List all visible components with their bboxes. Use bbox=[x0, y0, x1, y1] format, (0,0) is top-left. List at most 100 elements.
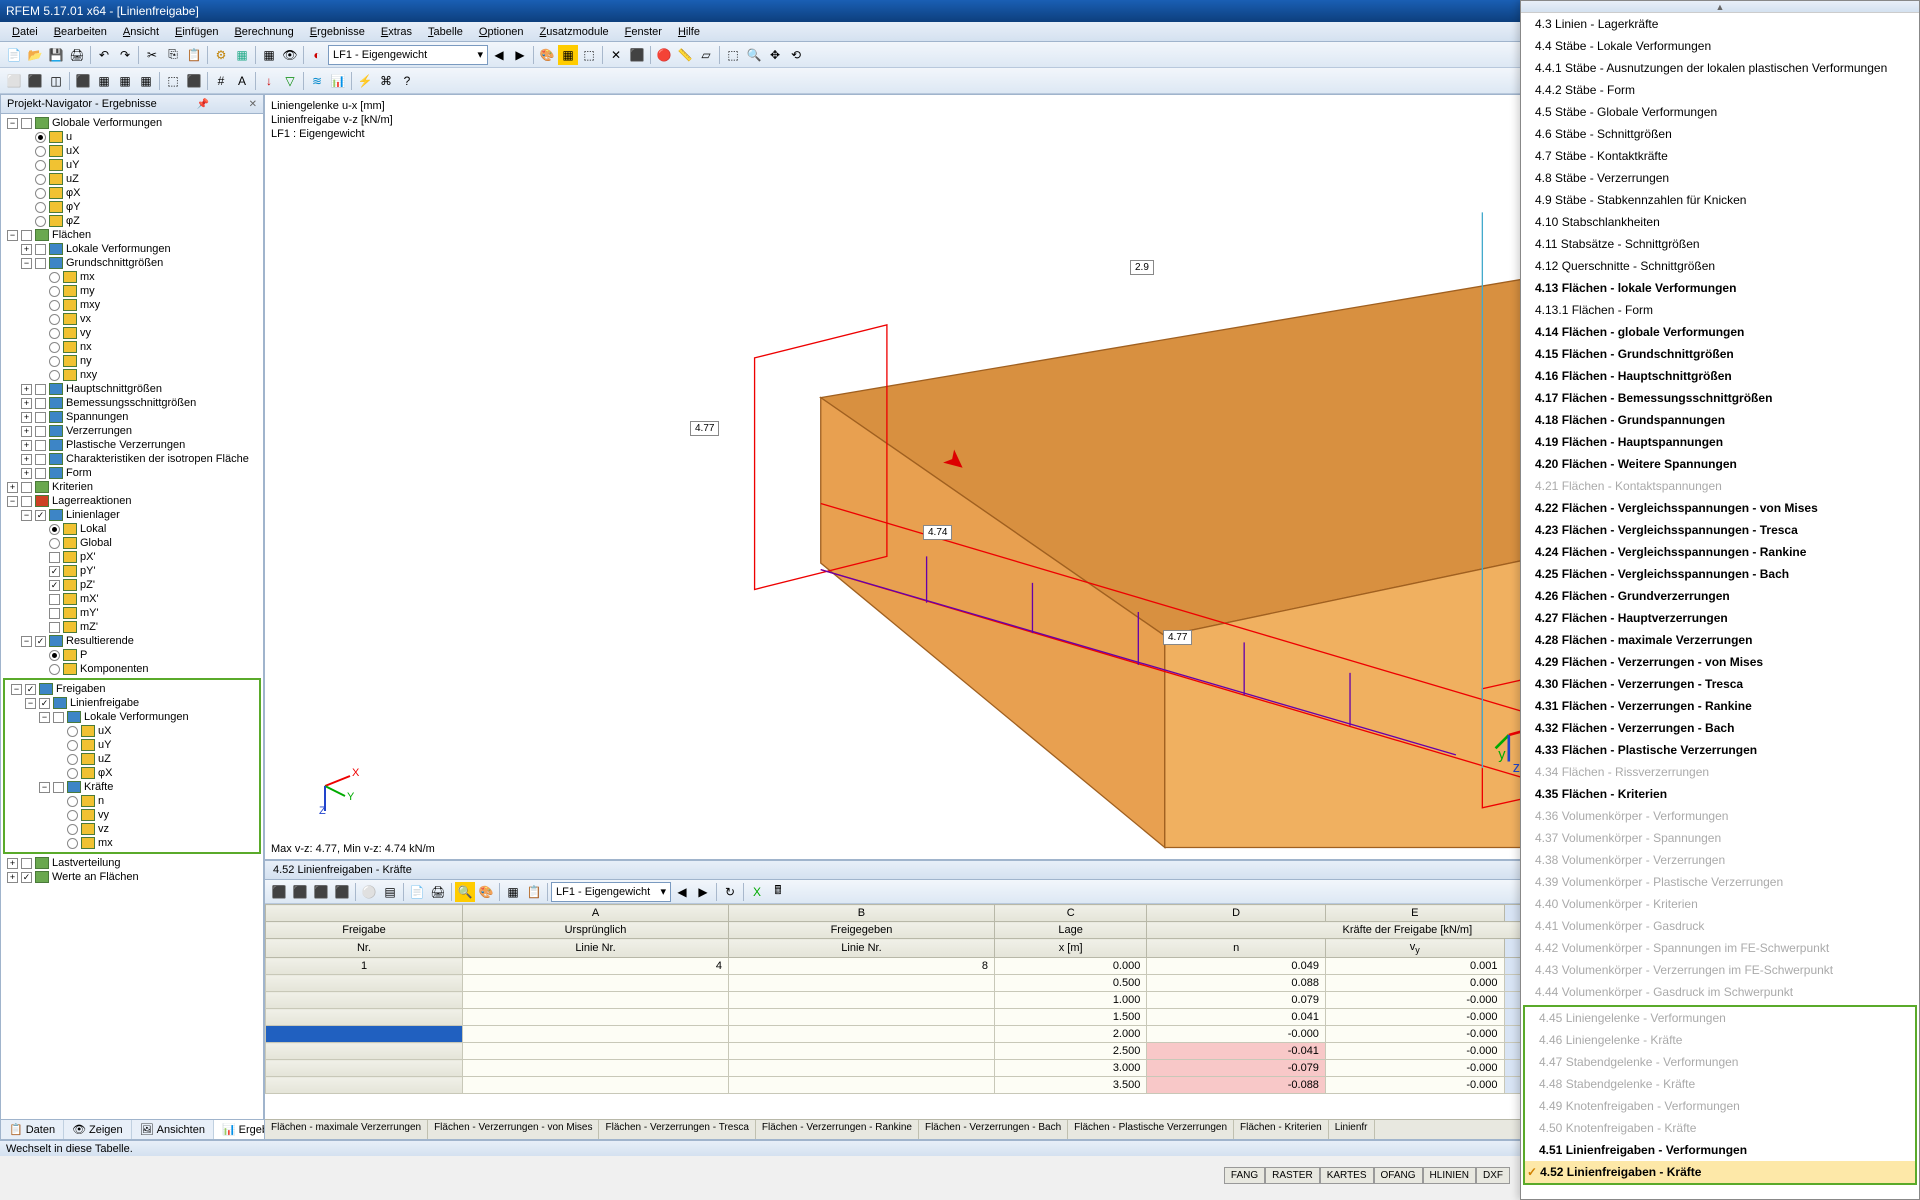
tbl-refresh-icon[interactable]: ↻ bbox=[720, 882, 740, 902]
tbl-export-icon[interactable]: 📄 bbox=[407, 882, 427, 902]
tree-item[interactable]: mY' bbox=[3, 606, 261, 620]
tree-item[interactable]: vy bbox=[3, 326, 261, 340]
tree-item[interactable]: pY' bbox=[3, 564, 261, 578]
member-icon[interactable]: 📏 bbox=[675, 45, 695, 65]
tbl-table-icon[interactable]: ▦ bbox=[503, 882, 523, 902]
menu-hilfe[interactable]: Hilfe bbox=[670, 24, 708, 40]
menu-item[interactable]: 4.34 Flächen - Rissverzerrungen bbox=[1521, 761, 1919, 783]
tree-item[interactable]: P bbox=[3, 648, 261, 662]
tree-item[interactable]: +Form bbox=[3, 466, 261, 480]
menu-item[interactable]: 4.44 Volumenkörper - Gasdruck im Schwerp… bbox=[1521, 981, 1919, 1003]
nav-tab-ansichten[interactable]: 🖼Ansichten bbox=[132, 1120, 214, 1139]
menu-item[interactable]: 4.5 Stäbe - Globale Verformungen bbox=[1521, 101, 1919, 123]
menu-item[interactable]: 4.42 Volumenkörper - Spannungen im FE-Sc… bbox=[1521, 937, 1919, 959]
tree-item[interactable]: −Lokale Verformungen bbox=[7, 710, 257, 724]
tree-item[interactable]: φX bbox=[3, 186, 261, 200]
tree-item[interactable]: nx bbox=[3, 340, 261, 354]
navigator-close-icon[interactable]: ✕ bbox=[249, 99, 257, 110]
snap-raster[interactable]: RASTER bbox=[1265, 1167, 1320, 1184]
menu-tabelle[interactable]: Tabelle bbox=[420, 24, 471, 40]
tree-item[interactable]: φY bbox=[3, 200, 261, 214]
help-icon[interactable]: ? bbox=[397, 71, 417, 91]
tree-item[interactable]: mx bbox=[7, 836, 257, 850]
tree-item[interactable]: mxy bbox=[3, 298, 261, 312]
misc1-icon[interactable]: ⚡ bbox=[355, 71, 375, 91]
label-icon[interactable]: A bbox=[232, 71, 252, 91]
tree-item[interactable]: φZ bbox=[3, 214, 261, 228]
menu-item[interactable]: 4.40 Volumenkörper - Kriterien bbox=[1521, 893, 1919, 915]
table-tab[interactable]: Flächen - maximale Verzerrungen bbox=[265, 1120, 428, 1139]
menu-item[interactable]: 4.19 Flächen - Hauptspannungen bbox=[1521, 431, 1919, 453]
render-icon[interactable]: 🎨 bbox=[537, 45, 557, 65]
menu-optionen[interactable]: Optionen bbox=[471, 24, 532, 40]
tree-item[interactable]: Lokal bbox=[3, 522, 261, 536]
tree-item[interactable]: uX bbox=[7, 724, 257, 738]
menu-item[interactable]: 4.29 Flächen - Verzerrungen - von Mises bbox=[1521, 651, 1919, 673]
tree-item[interactable]: uY bbox=[3, 158, 261, 172]
tree-item[interactable]: Global bbox=[3, 536, 261, 550]
tree-item[interactable]: +Bemessungsschnittgrößen bbox=[3, 396, 261, 410]
misc2-icon[interactable]: ⌘ bbox=[376, 71, 396, 91]
wireframe-icon[interactable]: ⬚ bbox=[163, 71, 183, 91]
menu-item[interactable]: 4.37 Volumenkörper - Spannungen bbox=[1521, 827, 1919, 849]
menu-ergebnisse[interactable]: Ergebnisse bbox=[302, 24, 373, 40]
menu-item[interactable]: 4.43 Volumenkörper - Verzerrungen im FE-… bbox=[1521, 959, 1919, 981]
menu-zusatzmodule[interactable]: Zusatzmodule bbox=[532, 24, 617, 40]
open-icon[interactable]: 📂 bbox=[25, 45, 45, 65]
table-tab[interactable]: Flächen - Verzerrungen - von Mises bbox=[428, 1120, 599, 1139]
tree-item[interactable]: mX' bbox=[3, 592, 261, 606]
menu-item[interactable]: 4.24 Flächen - Vergleichsspannungen - Ra… bbox=[1521, 541, 1919, 563]
save-icon[interactable]: 💾 bbox=[46, 45, 66, 65]
cross-icon[interactable]: ✕ bbox=[606, 45, 626, 65]
menu-item[interactable]: 4.50 Knotenfreigaben - Kräfte bbox=[1525, 1117, 1915, 1139]
view2-icon[interactable]: ⬛ bbox=[25, 71, 45, 91]
tree-item[interactable]: pX' bbox=[3, 550, 261, 564]
tree-item[interactable]: −Flächen bbox=[3, 228, 261, 242]
nav-tab-zeigen[interactable]: 👁Zeigen bbox=[64, 1120, 132, 1139]
tree-item[interactable]: −Grundschnittgrößen bbox=[3, 256, 261, 270]
menu-item[interactable]: 4.33 Flächen - Plastische Verzerrungen bbox=[1521, 739, 1919, 761]
menu-ansicht[interactable]: Ansicht bbox=[115, 24, 167, 40]
menu-item[interactable]: 4.31 Flächen - Verzerrungen - Rankine bbox=[1521, 695, 1919, 717]
menu-item[interactable]: 4.48 Stabendgelenke - Kräfte bbox=[1525, 1073, 1915, 1095]
tree-item[interactable]: +Hauptschnittgrößen bbox=[3, 382, 261, 396]
xy-icon[interactable]: ▦ bbox=[94, 71, 114, 91]
print-icon[interactable]: 🖨 bbox=[67, 45, 87, 65]
menu-item[interactable]: 4.30 Flächen - Verzerrungen - Tresca bbox=[1521, 673, 1919, 695]
tbl-detail-icon[interactable]: 📋 bbox=[524, 882, 544, 902]
iso-icon[interactable]: ⬛ bbox=[73, 71, 93, 91]
load-icon[interactable]: ↓ bbox=[259, 71, 279, 91]
tbl-next-icon[interactable]: ▶ bbox=[693, 882, 713, 902]
result-icon[interactable]: ≋ bbox=[307, 71, 327, 91]
menu-einfügen[interactable]: Einfügen bbox=[167, 24, 226, 40]
tree-item[interactable]: −Kräfte bbox=[7, 780, 257, 794]
menu-item[interactable]: 4.45 Liniengelenke - Verformungen bbox=[1525, 1007, 1915, 1029]
menu-item[interactable]: 4.20 Flächen - Weitere Spannungen bbox=[1521, 453, 1919, 475]
node-icon[interactable]: 🔴 bbox=[654, 45, 674, 65]
tbl-nav4-icon[interactable]: ⬛ bbox=[332, 882, 352, 902]
calc-icon[interactable]: ⚙ bbox=[211, 45, 231, 65]
menu-item[interactable]: 4.3 Linien - Lagerkräfte bbox=[1521, 13, 1919, 35]
menu-item[interactable]: 4.13.1 Flächen - Form bbox=[1521, 299, 1919, 321]
menu-fenster[interactable]: Fenster bbox=[617, 24, 670, 40]
snap-kartes[interactable]: KARTES bbox=[1320, 1167, 1374, 1184]
tree-item[interactable]: +Verzerrungen bbox=[3, 424, 261, 438]
next-lf-icon[interactable]: ▶ bbox=[510, 45, 530, 65]
menu-item[interactable]: 4.22 Flächen - Vergleichsspannungen - vo… bbox=[1521, 497, 1919, 519]
tree-item[interactable]: −Linienlager bbox=[3, 508, 261, 522]
redo-icon[interactable]: ↷ bbox=[115, 45, 135, 65]
menu-berechnung[interactable]: Berechnung bbox=[226, 24, 301, 40]
menu-item[interactable]: 4.9 Stäbe - Stabkennzahlen für Knicken bbox=[1521, 189, 1919, 211]
table-tab[interactable]: Flächen - Verzerrungen - Bach bbox=[919, 1120, 1068, 1139]
menu-datei[interactable]: Datei bbox=[4, 24, 46, 40]
menu-item[interactable]: 4.18 Flächen - Grundspannungen bbox=[1521, 409, 1919, 431]
tree-item[interactable]: +Spannungen bbox=[3, 410, 261, 424]
tree-item[interactable]: +Werte an Flächen bbox=[3, 870, 261, 884]
zoom-icon[interactable]: 🔍 bbox=[744, 45, 764, 65]
menu-item[interactable]: 4.6 Stäbe - Schnittgrößen bbox=[1521, 123, 1919, 145]
surface-icon[interactable]: ▱ bbox=[696, 45, 716, 65]
tree-item[interactable]: my bbox=[3, 284, 261, 298]
menu-item[interactable]: 4.4.2 Stäbe - Form bbox=[1521, 79, 1919, 101]
menu-extras[interactable]: Extras bbox=[373, 24, 420, 40]
solid-icon[interactable]: ⬛ bbox=[184, 71, 204, 91]
